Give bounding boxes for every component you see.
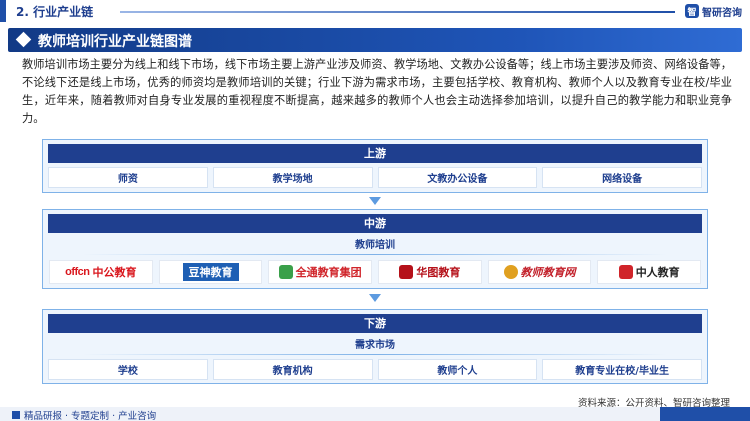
upstream-item: 师资: [48, 167, 208, 188]
arrow-down-icon: [369, 294, 381, 302]
downstream-items: 学校 教育机构 教师个人 教育专业在校/毕业生: [48, 359, 702, 380]
zhongren-logo-icon: 中人教育: [597, 260, 702, 284]
section-divider: [120, 11, 675, 13]
downstream-item: 学校: [48, 359, 208, 380]
brand-name: 智研咨询: [702, 7, 742, 19]
footer: 资料来源：公开资料、智研咨询整理 精品研报 · 专题定制 · 产业咨询: [0, 392, 750, 421]
offcn-logo-icon: offcn 中公教育: [49, 260, 153, 284]
quantong-badge-icon: [278, 265, 293, 279]
diamond-icon: [15, 31, 32, 48]
logo-text: 中人教育: [635, 266, 680, 279]
logo-text: offcn: [65, 266, 90, 278]
downstream-item: 教师个人: [377, 359, 538, 380]
zhongren-badge-icon: [618, 265, 633, 279]
jiaoshi-badge-icon: [503, 265, 518, 279]
upstream-item: 文教办公设备: [377, 167, 538, 188]
logo-text: 中公教育: [92, 266, 137, 279]
downstream-label: 需求市场: [355, 340, 395, 351]
section-title: 2. 行业产业链: [16, 5, 94, 19]
logo-text: 教师教育网: [520, 266, 576, 279]
footer-slogan: 精品研报 · 专题定制 · 产业咨询: [12, 408, 156, 421]
midstream-divider: [83, 254, 667, 255]
doushen-logo-icon: 豆神教育: [158, 260, 263, 284]
arrow-down-icon: [369, 197, 381, 205]
upstream-item: 教学场地: [212, 167, 373, 188]
upstream-item: 网络设备: [542, 167, 702, 188]
downstream-item: 教育机构: [212, 359, 373, 380]
jiaoshi-logo-icon: 教师教育网: [487, 260, 592, 284]
logo-text: 豆神教育: [182, 263, 239, 281]
quantong-logo-icon: 全通教育集团: [268, 260, 373, 284]
upstream-items: 师资 教学场地 文教办公设备 网络设备: [48, 167, 702, 188]
page-title: 教师培训行业产业链图谱: [38, 34, 192, 50]
footer-accent: [660, 407, 750, 421]
midstream-label: 教师培训: [355, 240, 395, 251]
section-header-bar: 2. 行业产业链 智 智研咨询: [0, 0, 750, 22]
downstream-panel: 下游 需求市场 学校 教育机构 教师个人 教育专业在校/毕业生: [42, 309, 708, 384]
slogan-text: 精品研报 · 专题定制 · 产业咨询: [24, 411, 157, 421]
downstream-divider: [83, 354, 667, 355]
downstream-item: 教育专业在校/毕业生: [542, 359, 702, 380]
brand-logo: 智 智研咨询: [685, 3, 742, 19]
midstream-panel: 中游 教师培训 offcn 中公教育 豆神教育 全通教育集团 华图教育 教师教育…: [42, 209, 708, 289]
upstream-panel: 上游 师资 教学场地 文教办公设备 网络设备: [42, 139, 708, 193]
huatu-badge-icon: [399, 265, 414, 279]
page-title-bar: 教师培训行业产业链图谱: [8, 28, 742, 52]
intro-paragraph: 教师培训市场主要分为线上和线下市场，线下市场主要上游产业涉及师资、教学场地、文教…: [22, 58, 732, 125]
downstream-title: 下游: [48, 314, 702, 333]
section-marker: [0, 0, 6, 22]
square-icon: [12, 411, 20, 419]
company-logos: offcn 中公教育 豆神教育 全通教育集团 华图教育 教师教育网 中人教育: [49, 260, 702, 284]
midstream-title: 中游: [48, 214, 702, 233]
brand-mark-icon: 智: [685, 4, 699, 18]
upstream-title: 上游: [48, 144, 702, 163]
huatu-logo-icon: 华图教育: [378, 260, 482, 284]
logo-text: 全通教育集团: [295, 266, 362, 279]
logo-text: 华图教育: [416, 266, 461, 279]
